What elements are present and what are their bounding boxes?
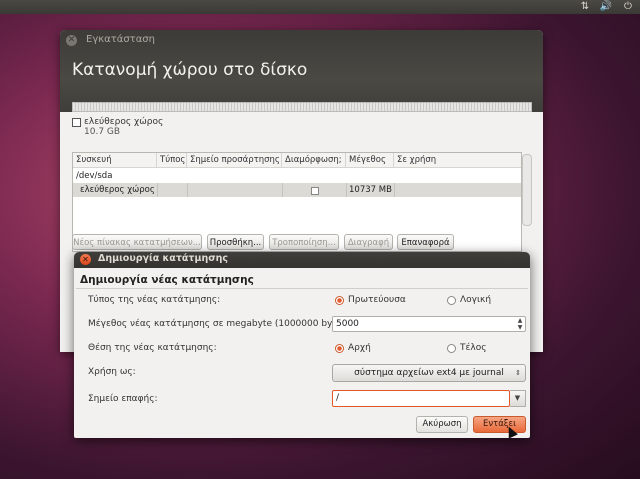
updown-icon: ⇕ (515, 369, 521, 377)
page-title: Κατανομή χώρου στο δίσκο (72, 60, 308, 80)
partition-type-label: Τύπος της νέας κατάτμησης: (88, 295, 221, 305)
beginning-radio[interactable] (335, 344, 344, 353)
use-as-label: Χρήση ως: (88, 367, 136, 377)
beginning-radio-label: Αρχή (348, 343, 371, 353)
close-icon[interactable]: ✕ (80, 254, 91, 265)
row-device: /dev/sda (76, 171, 113, 181)
row-device: ελεύθερος χώρος (80, 185, 155, 195)
column-header-used[interactable]: Σε χρήση (394, 153, 521, 168)
ok-button[interactable]: Εντάξει (473, 416, 526, 433)
create-partition-dialog: ✕ Δημιουργία κατάτμησης Δημιουργία νέας … (74, 252, 530, 438)
column-header-device[interactable]: Συσκευή (73, 153, 157, 168)
use-as-value: σύστημα αρχείων ext4 με journal (354, 368, 504, 378)
dialog-titlebar: ✕ Δημιουργία κατάτμησης (74, 252, 530, 268)
table-row[interactable]: /dev/sda (73, 169, 521, 183)
cancel-button[interactable]: Ακύρωση (416, 416, 468, 433)
location-label: Θέση της νέας κατάτμησης: (88, 343, 217, 353)
chevron-down-icon[interactable]: ▼ (510, 390, 526, 407)
mount-point-value: / (336, 393, 340, 403)
free-space-size: 10.7 GB (84, 127, 121, 137)
column-header-type[interactable]: Τύπος (157, 153, 187, 168)
column-header-mount[interactable]: Σημείο προσάρτησης (187, 153, 282, 168)
volume-icon[interactable]: 🔊 (599, 0, 613, 14)
power-icon[interactable]: ⏻ (621, 0, 635, 14)
revert-button[interactable]: Επαναφορά (397, 234, 454, 250)
column-header-format[interactable]: Διαμόρφωση; (282, 153, 346, 168)
primary-radio-label: Πρωτεύουσα (348, 295, 406, 305)
free-space-label: ελεύθερος χώρος (84, 117, 164, 127)
column-header-size[interactable]: Μέγεθος (346, 153, 394, 168)
change-button[interactable]: Τροποποίηση... (269, 234, 339, 250)
window-header: ✕ Εγκατάσταση Κατανομή χώρου στο δίσκο (60, 30, 543, 112)
table-row[interactable]: ελεύθερος χώρος 10737 MB (73, 183, 521, 197)
mount-point-input[interactable]: / (332, 390, 510, 407)
primary-radio[interactable] (335, 296, 344, 305)
end-radio[interactable] (447, 344, 456, 353)
top-panel: ⇅ 🔊 ⏻ (0, 0, 640, 14)
dialog-title: Δημιουργία κατάτμησης (98, 253, 229, 264)
size-label: Μέγεθος νέας κατάτμησης σε megabyte (100… (88, 319, 353, 329)
row-size: 10737 MB (349, 185, 392, 195)
free-space-swatch (72, 118, 81, 127)
partition-bar (72, 102, 532, 112)
window-title: Εγκατάσταση (86, 34, 155, 45)
add-button[interactable]: Προσθήκη... (207, 234, 264, 250)
dialog-heading: Δημιουργία νέας κατάτμησης (80, 274, 254, 286)
table-scrollbar[interactable] (522, 154, 532, 226)
network-icon[interactable]: ⇅ (578, 0, 592, 14)
close-icon[interactable]: ✕ (66, 35, 77, 46)
delete-button[interactable]: Διαγραφή (344, 234, 393, 250)
logical-radio[interactable] (447, 296, 456, 305)
mount-point-label: Σημείο επαφής: (88, 394, 158, 404)
size-input[interactable]: 5000 (332, 316, 526, 332)
new-partition-table-button[interactable]: Νέος πίνακας κατατμήσεων... (72, 234, 202, 250)
use-as-select[interactable]: σύστημα αρχείων ext4 με journal ⇕ (332, 364, 526, 382)
format-checkbox[interactable] (311, 187, 319, 195)
size-spinner[interactable]: ▲ ▼ (515, 317, 525, 331)
end-radio-label: Τέλος (460, 343, 487, 353)
size-value: 5000 (336, 319, 359, 329)
logical-radio-label: Λογική (460, 295, 492, 305)
